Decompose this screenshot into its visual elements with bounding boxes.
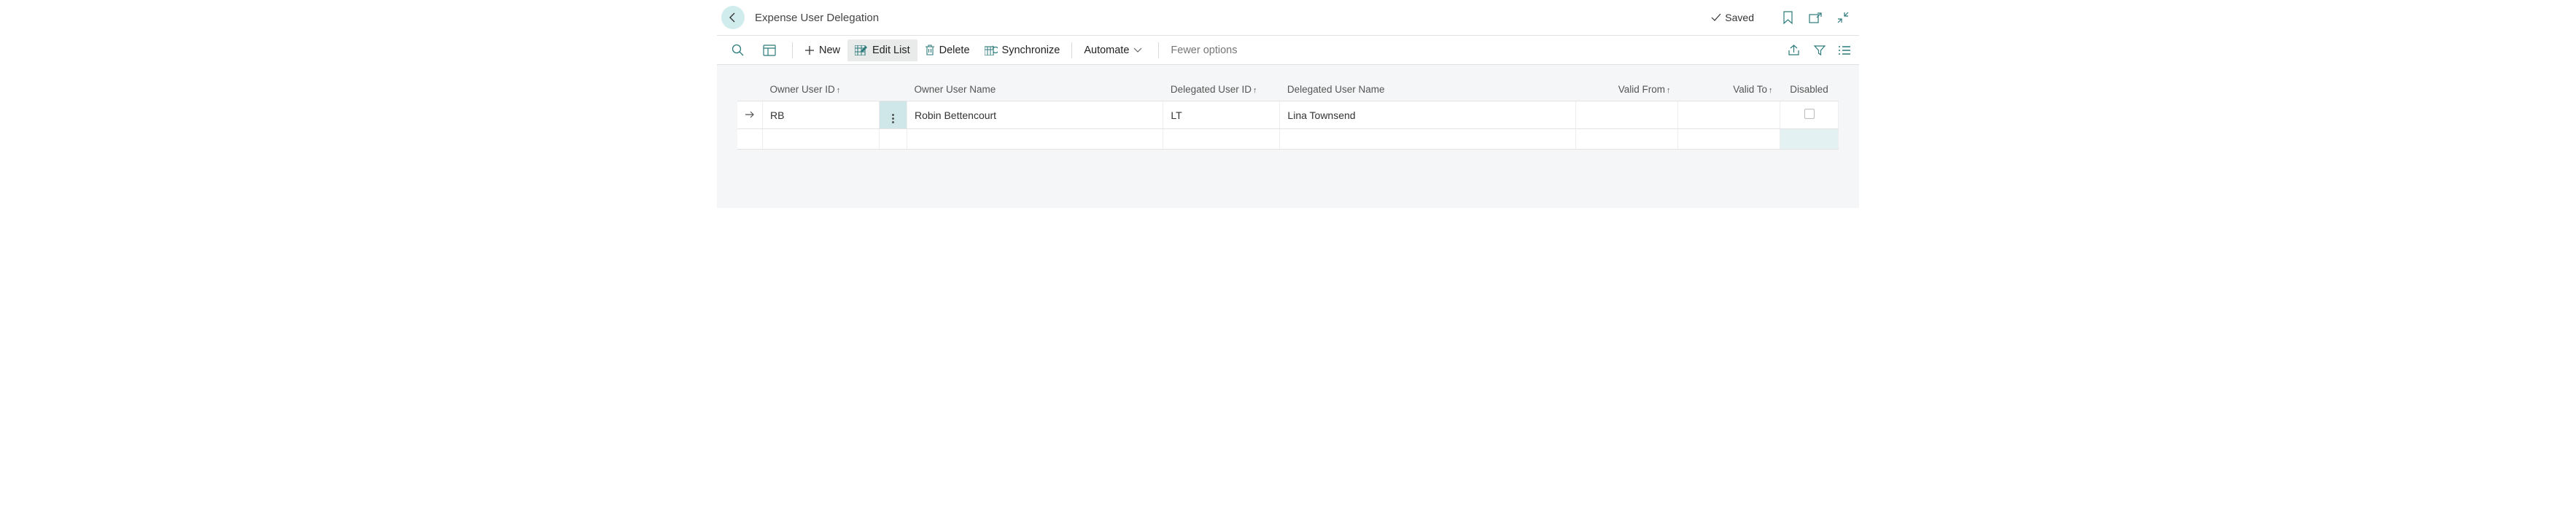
page-title: Expense User Delegation [755, 12, 879, 24]
back-button[interactable] [721, 6, 745, 29]
sort-asc-icon: ↑ [1769, 86, 1773, 95]
cell-empty[interactable] [737, 129, 763, 150]
automate-label: Automate [1084, 45, 1129, 56]
collapse-icon [1837, 12, 1849, 23]
col-delegated-user-name[interactable]: Delegated User Name [1280, 78, 1576, 101]
arrow-right-icon [745, 110, 755, 119]
cell-empty[interactable] [880, 129, 907, 150]
bookmark-button[interactable] [1780, 10, 1795, 25]
synchronize-button[interactable]: Synchronize [977, 39, 1068, 61]
row-menu-button[interactable] [880, 101, 907, 129]
collapse-button[interactable] [1836, 10, 1850, 25]
edit-list-button[interactable]: Edit List [847, 39, 917, 61]
share-button[interactable] [1788, 43, 1802, 58]
layout-icon [763, 45, 776, 56]
delete-label: Delete [939, 45, 970, 56]
cell-empty[interactable] [1163, 129, 1280, 150]
search-button[interactable] [724, 39, 756, 61]
cell-empty[interactable] [1678, 129, 1780, 150]
synchronize-label: Synchronize [1002, 45, 1060, 56]
delete-button[interactable]: Delete [917, 39, 977, 61]
popout-button[interactable] [1808, 10, 1823, 25]
cell-delegated-user-name[interactable]: Lina Townsend [1280, 101, 1576, 129]
search-icon [732, 44, 744, 56]
new-button[interactable]: New [797, 39, 847, 61]
cell-owner-user-id[interactable]: RB [763, 101, 880, 129]
cell-empty[interactable] [1280, 129, 1576, 150]
share-icon [1788, 45, 1801, 56]
col-owner-user-id[interactable]: Owner User ID↑ [763, 78, 880, 101]
plus-icon [804, 45, 815, 55]
filter-icon [1814, 45, 1826, 56]
edit-list-icon [855, 45, 868, 55]
more-vertical-icon [892, 114, 894, 123]
sort-asc-icon: ↑ [1253, 86, 1257, 95]
checkbox-icon[interactable] [1804, 109, 1815, 119]
cell-valid-from[interactable] [1576, 101, 1678, 129]
saved-indicator: Saved [1710, 12, 1754, 23]
col-delegated-user-id[interactable]: Delegated User ID↑ [1163, 78, 1280, 101]
automate-menu[interactable]: Automate [1076, 39, 1154, 61]
popout-icon [1809, 12, 1822, 23]
table-row[interactable]: RB Robin Bettencourt LT Lina Townsend [737, 101, 1839, 129]
cell-disabled[interactable] [1780, 101, 1839, 129]
new-label: New [819, 45, 840, 56]
check-icon [1710, 12, 1722, 23]
sort-asc-icon: ↑ [837, 86, 841, 95]
col-row-menu [880, 78, 907, 101]
cell-empty[interactable] [1780, 129, 1839, 150]
delegation-grid[interactable]: Owner User ID↑ Owner User Name Delegated… [737, 78, 1839, 150]
col-owner-user-name[interactable]: Owner User Name [907, 78, 1163, 101]
cell-empty[interactable] [1576, 129, 1678, 150]
sort-asc-icon: ↑ [1667, 86, 1671, 95]
row-indicator[interactable] [737, 101, 763, 129]
saved-label: Saved [1725, 12, 1754, 23]
trash-icon [925, 45, 935, 56]
view-button[interactable] [756, 39, 788, 61]
col-valid-from[interactable]: Valid From↑ [1576, 78, 1678, 101]
details-pane-button[interactable] [1837, 43, 1852, 58]
sync-icon [985, 45, 998, 55]
filter-button[interactable] [1812, 43, 1827, 58]
cell-empty[interactable] [763, 129, 880, 150]
cell-delegated-user-id[interactable]: LT [1163, 101, 1280, 129]
cell-owner-user-name[interactable]: Robin Bettencourt [907, 101, 1163, 129]
fewer-options-button[interactable]: Fewer options [1163, 39, 1244, 61]
cell-empty[interactable] [907, 129, 1163, 150]
table-row-new[interactable] [737, 129, 1839, 150]
bookmark-icon [1782, 11, 1793, 24]
arrow-left-icon [727, 12, 739, 23]
col-disabled[interactable]: Disabled [1780, 78, 1839, 101]
list-icon [1838, 45, 1851, 55]
cell-valid-to[interactable] [1678, 101, 1780, 129]
col-valid-to[interactable]: Valid To↑ [1678, 78, 1780, 101]
fewer-options-label: Fewer options [1171, 45, 1237, 56]
chevron-down-icon [1133, 47, 1142, 53]
edit-list-label: Edit List [872, 45, 910, 56]
col-select [737, 78, 763, 101]
